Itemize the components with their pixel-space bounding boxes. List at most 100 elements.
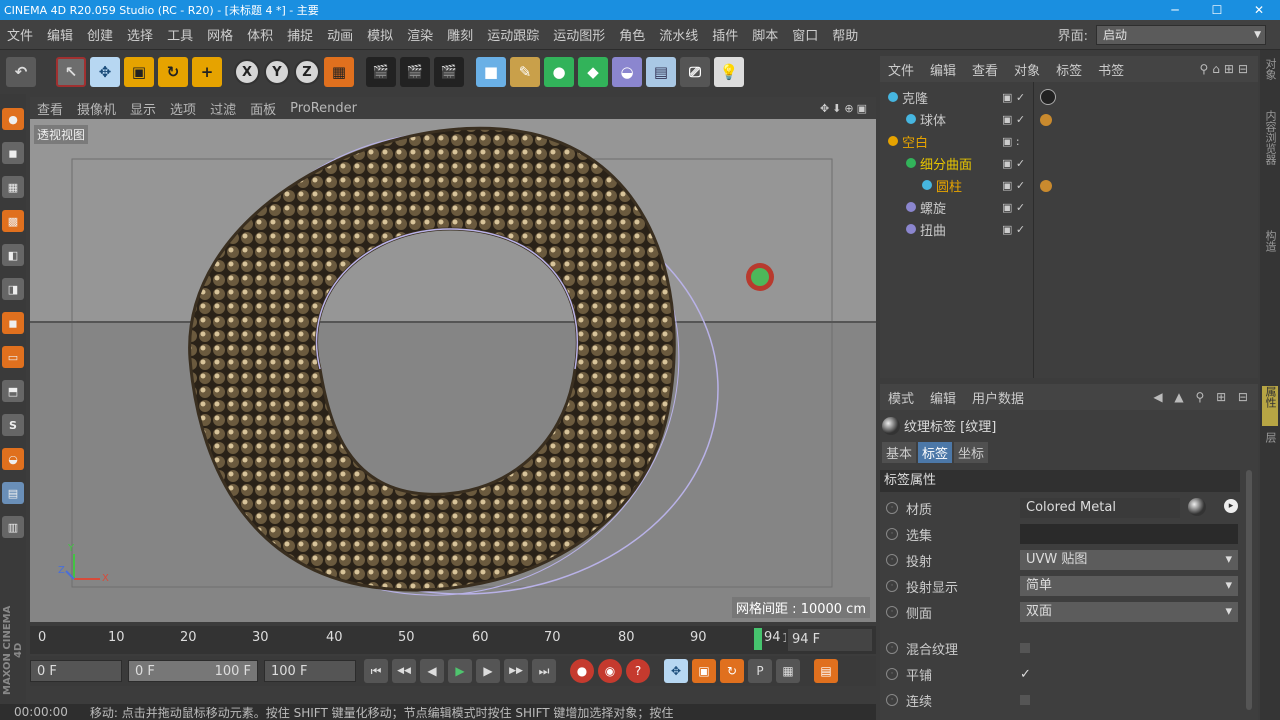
viewport-menu-view[interactable]: 查看 <box>30 99 70 118</box>
next-frame-button[interactable]: ▶ <box>476 659 500 683</box>
light-button[interactable]: 💡 <box>714 57 744 87</box>
timeline-window-button[interactable]: ▤ <box>814 659 838 683</box>
subdivision-surface-button[interactable]: ● <box>544 57 574 87</box>
y-axis-lock-button[interactable]: Y <box>264 59 290 85</box>
menu-mesh[interactable]: 网格 <box>200 25 240 44</box>
tab-attributes-vertical[interactable]: 属性 <box>1262 386 1278 426</box>
menu-pipeline[interactable]: 流水线 <box>652 25 705 44</box>
record-keys-button[interactable]: ● <box>570 659 594 683</box>
select-tool-button[interactable]: ↖ <box>56 57 86 87</box>
rotate-tool-button[interactable]: ↻ <box>158 57 188 87</box>
undo-button[interactable]: ↶ <box>6 57 36 87</box>
object-flags[interactable]: ▣ : <box>1002 135 1020 148</box>
object-row-sphere[interactable]: 球体 ▣ ✓ <box>880 108 1258 130</box>
viewport-menu-display[interactable]: 显示 <box>123 99 163 118</box>
render-to-picture-viewer-button[interactable]: 🎬 <box>400 57 430 87</box>
menu-character[interactable]: 角色 <box>612 25 652 44</box>
object-flags[interactable]: ▣ ✓ <box>1002 201 1025 214</box>
menu-mograph[interactable]: 运动图形 <box>546 25 612 44</box>
close-button[interactable]: ✕ <box>1238 0 1280 20</box>
minimize-button[interactable]: ─ <box>1154 0 1196 20</box>
auto-keying-button[interactable]: ◉ <box>598 659 622 683</box>
workplane-mode-button[interactable]: ▩ <box>2 210 24 232</box>
side-select[interactable]: 双面 ▾ <box>1020 602 1238 622</box>
scale-tool-button[interactable]: ▣ <box>124 57 154 87</box>
object-row-subdivision-surface[interactable]: 细分曲面 ▣ ✓ <box>880 152 1258 174</box>
menu-script[interactable]: 脚本 <box>745 25 785 44</box>
tab-layers-vertical[interactable]: 层 <box>1262 432 1278 456</box>
menu-motion-tracking[interactable]: 运动跟踪 <box>480 25 546 44</box>
object-row-cloner[interactable]: 克隆 ▣ ✓ <box>880 86 1258 108</box>
keyframe-dot-icon[interactable]: · <box>886 642 898 654</box>
object-row-cylinder[interactable]: 圆柱 ▣ ✓ <box>880 174 1258 196</box>
menu-animate[interactable]: 动画 <box>320 25 360 44</box>
obj-manager-icons[interactable]: ⚲⌂⊞⊟ <box>1199 62 1258 76</box>
menu-create[interactable]: 创建 <box>80 25 120 44</box>
object-flags[interactable]: ▣ ✓ <box>1002 91 1025 104</box>
axis-mode-button[interactable]: ▭ <box>2 346 24 368</box>
keyframe-dot-icon[interactable]: · <box>886 502 898 514</box>
object-flags[interactable]: ▣ ✓ <box>1002 113 1025 126</box>
tab-content-browser-vertical[interactable]: 内容浏览器 <box>1262 110 1278 220</box>
viewport-menu-prorender[interactable]: ProRender <box>283 101 364 116</box>
obj-menu-file[interactable]: 文件 <box>880 60 922 79</box>
object-row-null[interactable]: 空白 ▣ : <box>880 130 1258 152</box>
generator-button[interactable]: ◆ <box>578 57 608 87</box>
previous-key-button[interactable]: ◀◀ <box>392 659 416 683</box>
add-tool-button[interactable]: + <box>192 57 222 87</box>
tab-coordinates[interactable]: 坐标 <box>954 442 989 463</box>
z-axis-lock-button[interactable]: Z <box>294 59 320 85</box>
viewport-menu-filter[interactable]: 过滤 <box>203 99 243 118</box>
object-row-helix[interactable]: 螺旋 ▣ ✓ <box>880 196 1258 218</box>
projection-display-select[interactable]: 简单 ▾ <box>1020 576 1238 596</box>
start-frame-field[interactable]: 0 F <box>30 660 122 682</box>
next-key-button[interactable]: ▶▶ <box>504 659 528 683</box>
object-flags[interactable]: ▣ ✓ <box>1002 223 1025 236</box>
tile-checkbox[interactable]: ✓ <box>1020 667 1031 682</box>
object-row-twist[interactable]: 扭曲 ▣ ✓ <box>880 218 1258 240</box>
viewport-nav-icons[interactable]: ✥⬇⊕▣ <box>820 102 876 115</box>
key-rotation-button[interactable]: ↻ <box>720 659 744 683</box>
menu-tools[interactable]: 工具 <box>160 25 200 44</box>
menu-file[interactable]: 文件 <box>0 25 40 44</box>
tab-structure-vertical[interactable]: 构造 <box>1262 230 1278 270</box>
material-options-button[interactable]: ▸ <box>1224 499 1238 513</box>
keyframe-dot-icon[interactable]: · <box>886 606 898 618</box>
preview-range-slider[interactable]: 0 F 100 F <box>128 660 258 682</box>
go-to-start-button[interactable]: ⏮ <box>364 659 388 683</box>
key-parameter-button[interactable]: P <box>748 659 772 683</box>
render-view-button[interactable]: 🎬 <box>366 57 396 87</box>
menu-edit[interactable]: 编辑 <box>40 25 80 44</box>
end-frame-field[interactable]: 100 F <box>264 660 356 682</box>
menu-select[interactable]: 选择 <box>120 25 160 44</box>
obj-menu-objects[interactable]: 对象 <box>1006 60 1048 79</box>
keyframe-dot-icon[interactable]: · <box>886 668 898 680</box>
keyframe-dot-icon[interactable]: · <box>886 554 898 566</box>
timeline-ruler[interactable]: 0 10 20 30 40 50 60 70 80 90 94 10 94 F <box>30 626 876 654</box>
phong-tag-icon[interactable] <box>1040 114 1052 126</box>
attr-manager-icons[interactable]: ◀ ▲ ⚲ ⊞ ⊟ <box>1153 390 1258 404</box>
points-mode-button[interactable]: ◧ <box>2 244 24 266</box>
key-pla-button[interactable]: ▦ <box>776 659 800 683</box>
move-tool-button[interactable]: ✥ <box>90 57 120 87</box>
x-axis-lock-button[interactable]: X <box>234 59 260 85</box>
tab-basic[interactable]: 基本 <box>882 442 917 463</box>
menu-window[interactable]: 窗口 <box>785 25 825 44</box>
tweak-mode-button[interactable]: ⬒ <box>2 380 24 402</box>
attribute-scrollbar[interactable] <box>1246 470 1252 710</box>
snapping-button[interactable]: ◒ <box>2 448 24 470</box>
menu-help[interactable]: 帮助 <box>825 25 865 44</box>
material-link-field[interactable]: Colored Metal <box>1020 498 1180 518</box>
attr-menu-user-data[interactable]: 用户数据 <box>964 388 1032 407</box>
key-position-button[interactable]: ✥ <box>664 659 688 683</box>
obj-menu-bookmarks[interactable]: 书签 <box>1090 60 1132 79</box>
play-button[interactable]: ▶ <box>448 659 472 683</box>
projection-select[interactable]: UVW 贴图 ▾ <box>1020 550 1238 570</box>
render-settings-button[interactable]: 🎬 <box>434 57 464 87</box>
edges-mode-button[interactable]: ◨ <box>2 278 24 300</box>
menu-plugins[interactable]: 插件 <box>705 25 745 44</box>
model-mode-button[interactable]: ◼ <box>2 142 24 164</box>
deformer-button[interactable]: ◒ <box>612 57 642 87</box>
polygons-mode-button[interactable]: ◼ <box>2 312 24 334</box>
make-editable-button[interactable]: ● <box>2 108 24 130</box>
